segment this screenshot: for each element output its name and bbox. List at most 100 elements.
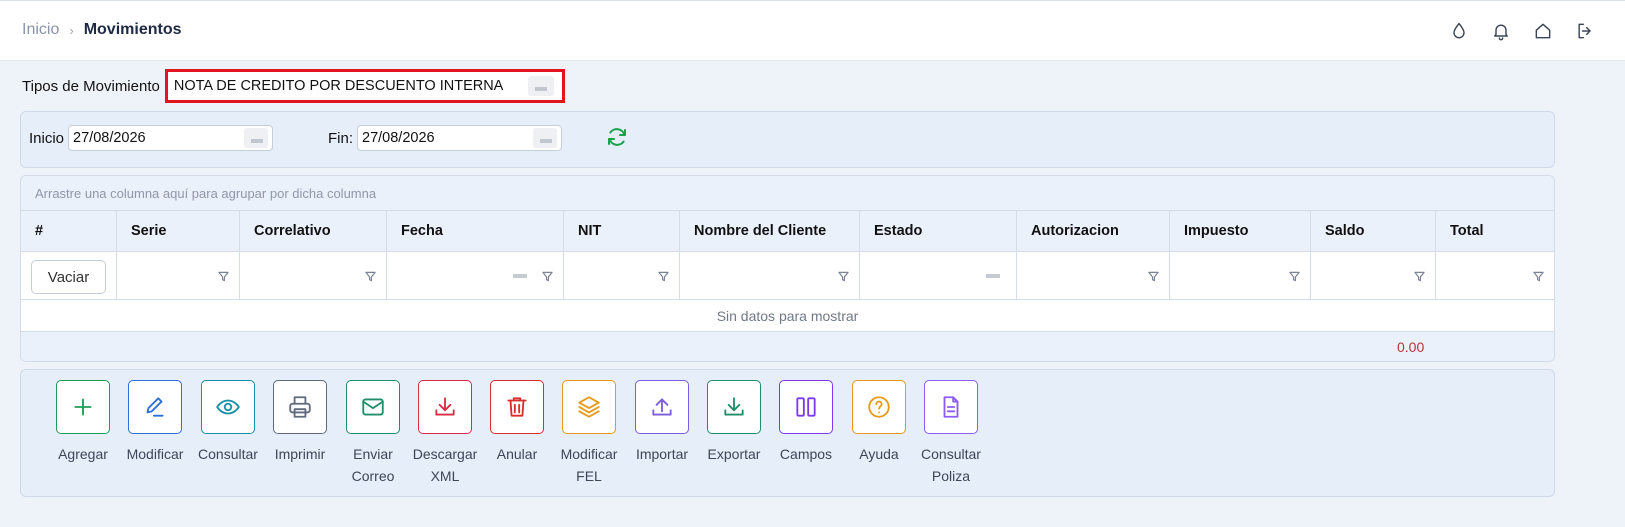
filter-cell-total[interactable] bbox=[1436, 252, 1554, 299]
label-line-1: Anular bbox=[496, 446, 538, 462]
layers-icon[interactable] bbox=[562, 380, 616, 434]
filter-cell-estado[interactable] bbox=[860, 252, 1017, 299]
column-header-estado[interactable]: Estado bbox=[860, 211, 1017, 251]
campos-button[interactable]: Campos bbox=[770, 380, 842, 465]
label-line-1: Exportar bbox=[707, 446, 761, 462]
plus-icon[interactable] bbox=[56, 380, 110, 434]
plus-icon-glyph bbox=[74, 398, 92, 416]
document-icon[interactable] bbox=[924, 380, 978, 434]
droplet-icon[interactable] bbox=[1449, 21, 1469, 41]
filter-icon[interactable] bbox=[838, 269, 849, 282]
filter-icon[interactable] bbox=[365, 269, 376, 282]
filter-cell-saldo[interactable] bbox=[1311, 252, 1436, 299]
chevron-right-icon: › bbox=[69, 22, 74, 38]
consultar-poliza-button[interactable]: Consultar Poliza bbox=[915, 380, 987, 487]
end-date-value: 27/08/2026 bbox=[362, 130, 435, 146]
label-line-1: Modificar bbox=[560, 446, 618, 462]
label-line-1: Importar bbox=[635, 446, 689, 462]
start-date-input[interactable]: 27/08/2026 bbox=[68, 125, 274, 151]
enviar-correo-label: Enviar Correo bbox=[337, 443, 409, 487]
imprimir-label: Imprimir bbox=[264, 443, 336, 465]
upload-icon[interactable] bbox=[635, 380, 689, 434]
importar-button[interactable]: Importar bbox=[626, 380, 698, 465]
label-line-2: Poliza bbox=[931, 468, 971, 484]
column-header-nit[interactable]: NIT bbox=[564, 211, 680, 251]
filter-cell-serie[interactable] bbox=[117, 252, 240, 299]
date-dropdown-icon[interactable] bbox=[513, 274, 527, 278]
column-header-number[interactable]: # bbox=[21, 211, 117, 251]
label-line-2: Correo bbox=[351, 468, 395, 484]
document-icon-glyph bbox=[943, 396, 959, 418]
group-panel[interactable]: Arrastre una columna aquí para agrupar p… bbox=[21, 176, 1554, 211]
filter-cell-fecha[interactable] bbox=[387, 252, 564, 299]
help-icon-glyph bbox=[868, 396, 890, 418]
trash-icon[interactable] bbox=[490, 380, 544, 434]
filter-cell-autorizacion[interactable] bbox=[1017, 252, 1170, 299]
estado-dropdown-icon[interactable] bbox=[986, 274, 1000, 278]
filter-icon[interactable] bbox=[542, 269, 553, 282]
columns-icon[interactable] bbox=[779, 380, 833, 434]
movements-grid: Arrastre una columna aquí para agrupar p… bbox=[20, 175, 1555, 362]
imprimir-button[interactable]: Imprimir bbox=[264, 380, 336, 465]
movement-type-label: Tipos de Movimiento bbox=[22, 77, 160, 95]
columns-icon-glyph bbox=[796, 397, 816, 417]
mail-icon[interactable] bbox=[346, 380, 400, 434]
column-header-saldo[interactable]: Saldo bbox=[1311, 211, 1436, 251]
edit-icon[interactable] bbox=[128, 380, 182, 434]
filter-icon[interactable] bbox=[658, 269, 669, 282]
start-date-group: Inicio 27/08/2026 bbox=[29, 125, 274, 151]
filter-icon[interactable] bbox=[1533, 269, 1544, 282]
end-date-input[interactable]: 27/08/2026 bbox=[357, 125, 563, 151]
modificar-fel-button[interactable]: Modificar FEL bbox=[553, 380, 625, 487]
help-icon[interactable] bbox=[852, 380, 906, 434]
calendar-dropdown-icon[interactable] bbox=[533, 128, 558, 148]
dropdown-icon[interactable] bbox=[527, 76, 554, 96]
consultar-button[interactable]: Consultar bbox=[192, 380, 264, 465]
movement-type-select[interactable]: NOTA DE CREDITO POR DESCUENTO INTERNA bbox=[164, 69, 565, 103]
descargar-xml-button[interactable]: Descargar XML bbox=[409, 380, 481, 487]
ayuda-button[interactable]: Ayuda bbox=[843, 380, 915, 465]
column-header-fecha[interactable]: Fecha bbox=[387, 211, 564, 251]
filter-cell-impuesto[interactable] bbox=[1170, 252, 1311, 299]
agregar-button[interactable]: Agregar bbox=[47, 380, 119, 465]
filter-cell-cliente[interactable] bbox=[680, 252, 860, 299]
printer-icon-glyph bbox=[289, 396, 311, 418]
enviar-correo-button[interactable]: Enviar Correo bbox=[337, 380, 409, 487]
filter-icon[interactable] bbox=[1148, 269, 1159, 282]
bell-icon[interactable] bbox=[1491, 21, 1511, 41]
label-line-1: Agregar bbox=[58, 446, 108, 462]
anular-button[interactable]: Anular bbox=[481, 380, 553, 465]
campos-label: Campos bbox=[770, 443, 842, 465]
filter-icon[interactable] bbox=[218, 269, 229, 282]
download-icon[interactable] bbox=[707, 380, 761, 434]
breadcrumb-home-link[interactable]: Inicio bbox=[22, 21, 59, 39]
mail-icon-glyph bbox=[362, 398, 384, 416]
column-header-serie[interactable]: Serie bbox=[117, 211, 240, 251]
column-header-correlativo[interactable]: Correlativo bbox=[240, 211, 387, 251]
refresh-icon[interactable] bbox=[605, 125, 629, 149]
descargar-xml-label: Descargar XML bbox=[409, 443, 481, 487]
calendar-dropdown-icon[interactable] bbox=[244, 128, 269, 148]
printer-icon[interactable] bbox=[273, 380, 327, 434]
logout-icon[interactable] bbox=[1575, 21, 1595, 41]
filter-cell-correlativo[interactable] bbox=[240, 252, 387, 299]
column-header-total[interactable]: Total bbox=[1436, 211, 1554, 251]
modificar-button[interactable]: Modificar bbox=[119, 380, 191, 465]
header-actions bbox=[1449, 21, 1595, 41]
filter-icon[interactable] bbox=[1289, 269, 1300, 282]
column-header-impuesto[interactable]: Impuesto bbox=[1170, 211, 1311, 251]
edit-icon-glyph bbox=[146, 397, 164, 417]
movement-type-value: NOTA DE CREDITO POR DESCUENTO INTERNA bbox=[173, 78, 504, 94]
download-icon[interactable] bbox=[418, 380, 472, 434]
start-date-value: 27/08/2026 bbox=[73, 130, 146, 146]
filter-icon[interactable] bbox=[1414, 269, 1425, 282]
exportar-button[interactable]: Exportar bbox=[698, 380, 770, 465]
column-header-autorizacion[interactable]: Autorizacion bbox=[1017, 211, 1170, 251]
column-header-cliente[interactable]: Nombre del Cliente bbox=[680, 211, 860, 251]
clear-filters-button[interactable]: Vaciar bbox=[31, 260, 106, 294]
eye-icon[interactable] bbox=[201, 380, 255, 434]
home-icon[interactable] bbox=[1533, 21, 1553, 41]
label-line-1: Consultar bbox=[198, 446, 258, 462]
date-filter-panel: Inicio 27/08/2026 Fin: 27/08/2026 bbox=[20, 111, 1555, 168]
filter-cell-nit[interactable] bbox=[564, 252, 680, 299]
